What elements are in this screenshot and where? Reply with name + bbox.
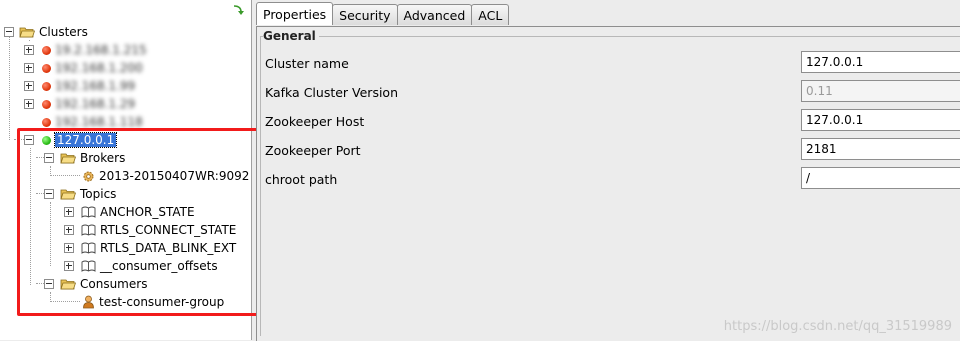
tab-properties[interactable]: Properties (256, 2, 334, 25)
tab-security[interactable]: Security (332, 4, 398, 25)
zookeeper-port-field[interactable]: 2181 (801, 138, 960, 160)
tab-acl[interactable]: ACL (471, 4, 510, 25)
chroot-path-label: chroot path (265, 172, 338, 187)
watermark-text: https://blog.csdn.net/qq_31519989 (723, 319, 952, 334)
zookeeper-port-label: Zookeeper Port (265, 143, 361, 158)
tree-node-clusters[interactable]: Clusters (19, 23, 88, 41)
kafka-version-field: 0.11 (801, 80, 960, 102)
zookeeper-host-label: Zookeeper Host (265, 114, 365, 129)
zookeeper-host-field[interactable]: 127.0.0.1 (801, 109, 960, 131)
tree-node-label: 19.2.168.1.215 (55, 43, 147, 57)
tree-node-cluster[interactable]: 192.168.1.99 (42, 77, 135, 95)
properties-tab-body: General Cluster name 127.0.0.1 Kafka Clu… (256, 26, 960, 341)
tree-node-label: 192.168.1.29 (55, 97, 136, 111)
group-border (260, 36, 960, 37)
cluster-expand-toggle[interactable] (24, 99, 34, 109)
offline-status-icon (42, 81, 51, 91)
chroot-path-field[interactable]: / (801, 167, 960, 189)
cluster-expand-toggle[interactable] (24, 63, 34, 73)
offline-status-icon (42, 63, 51, 73)
offline-status-icon (42, 45, 51, 55)
tree-node-label: 192.168.1.118 (55, 115, 143, 129)
kafka-version-label: Kafka Cluster Version (265, 85, 398, 100)
tree-node-label: Clusters (39, 25, 88, 39)
cluster-name-label: Cluster name (265, 56, 349, 71)
tree-node-cluster[interactable]: 192.168.1.200 (42, 59, 143, 77)
refresh-arrow-icon[interactable] (231, 3, 245, 17)
cluster-expand-toggle[interactable] (24, 45, 34, 55)
tree-node-cluster[interactable]: 192.168.1.29 (42, 95, 135, 113)
clusters-collapse-toggle[interactable] (4, 27, 14, 37)
tab-advanced[interactable]: Advanced (396, 4, 473, 25)
cluster-name-field[interactable]: 127.0.0.1 (801, 51, 960, 73)
tree-node-cluster[interactable]: 19.2.168.1.215 (42, 41, 147, 59)
group-border (260, 36, 261, 336)
tab-bar: Properties Security Advanced ACL (256, 2, 510, 26)
group-title-general: General (263, 29, 319, 43)
tree-node-label: 192.168.1.200 (55, 61, 143, 75)
offline-status-icon (42, 117, 51, 127)
properties-panel: Properties Security Advanced ACL General… (256, 0, 960, 341)
open-folder-icon (19, 27, 35, 38)
cluster-expand-toggle[interactable] (24, 81, 34, 91)
offline-status-icon (42, 99, 51, 109)
tree-node-label: 192.168.1.99 (55, 79, 136, 93)
